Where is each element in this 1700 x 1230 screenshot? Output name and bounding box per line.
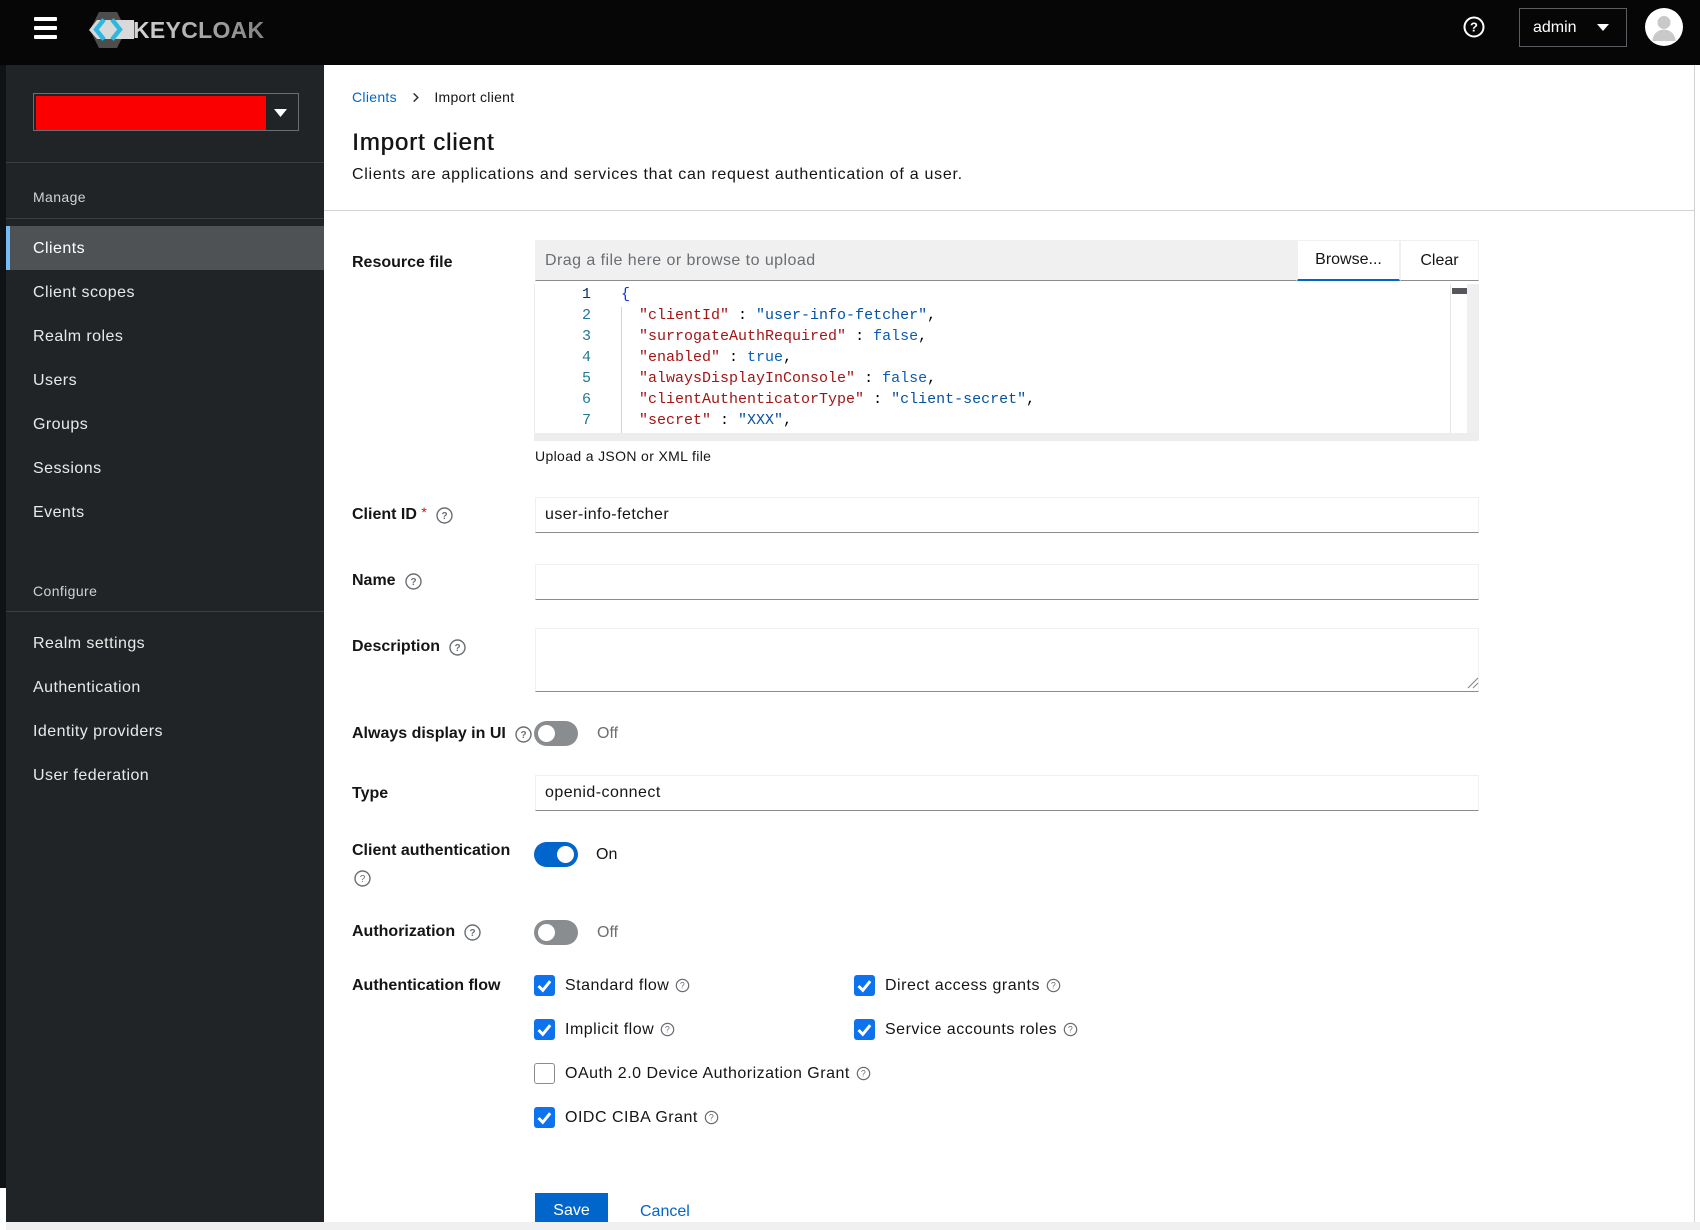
svg-text:?: ? bbox=[861, 1069, 866, 1079]
svg-text:?: ? bbox=[360, 874, 366, 885]
svg-text:?: ? bbox=[1068, 1025, 1073, 1035]
svg-text:?: ? bbox=[709, 1113, 714, 1123]
svg-text:?: ? bbox=[441, 511, 447, 522]
svg-text:?: ? bbox=[520, 730, 526, 741]
svg-text:?: ? bbox=[410, 577, 416, 588]
svg-text:?: ? bbox=[454, 643, 460, 654]
svg-text:?: ? bbox=[1470, 20, 1478, 35]
svg-text:?: ? bbox=[665, 1025, 670, 1035]
svg-text:?: ? bbox=[470, 928, 476, 939]
svg-text:?: ? bbox=[1051, 981, 1056, 991]
svg-text:?: ? bbox=[680, 981, 685, 991]
svg-text:KEYCLOAK: KEYCLOAK bbox=[133, 17, 265, 43]
